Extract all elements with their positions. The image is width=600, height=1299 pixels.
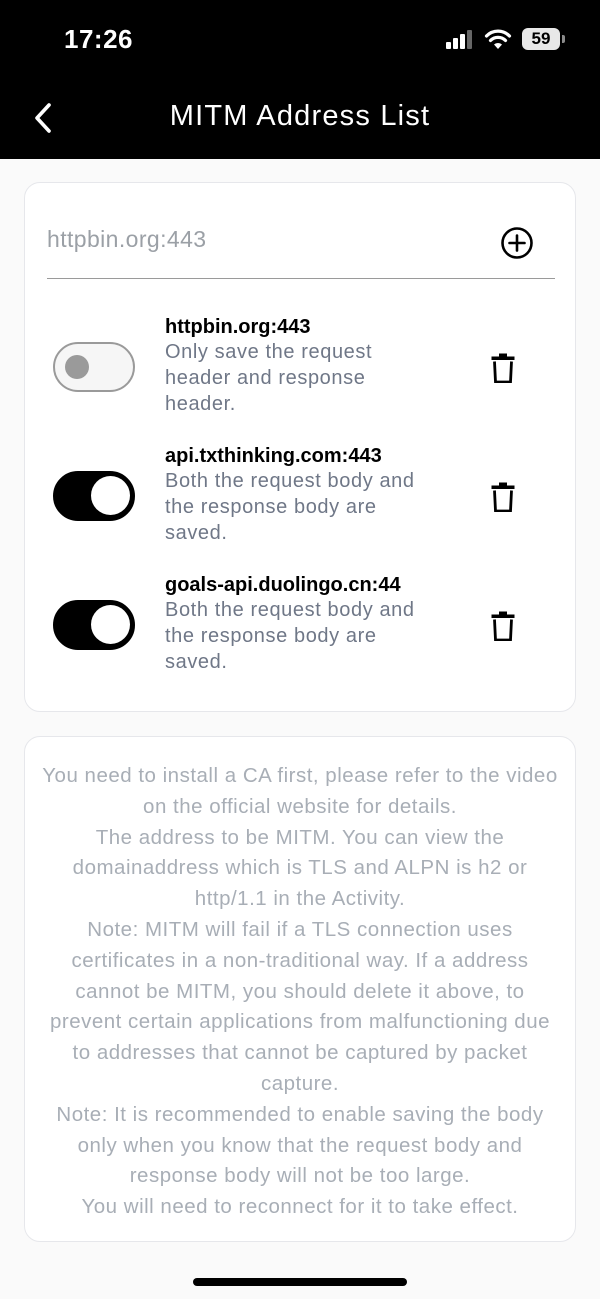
info-line: Note: It is recommended to enable saving… — [56, 1102, 544, 1188]
add-address-button[interactable] — [499, 225, 535, 261]
address-list-item: httpbin.org:443 Only save the request he… — [25, 315, 577, 435]
mitm-info-card: You need to install a CA first, please r… — [24, 736, 576, 1242]
address-item-text: api.txthinking.com:443 Both the request … — [165, 444, 437, 546]
address-item-description: Both the request body and the response b… — [165, 470, 415, 544]
address-input-row — [47, 211, 555, 279]
info-line: You need to install a CA first, please r… — [42, 764, 558, 818]
address-enable-toggle[interactable] — [53, 471, 135, 521]
trash-icon — [491, 482, 515, 513]
cellular-signal-icon — [446, 30, 472, 49]
address-enable-toggle[interactable] — [53, 600, 135, 650]
info-text: You need to install a CA first, please r… — [41, 761, 559, 1223]
plus-circle-icon — [501, 227, 533, 259]
address-item-description: Only save the request header and respons… — [165, 341, 373, 415]
status-bar: 17:26 59 — [0, 0, 600, 80]
address-item-address: api.txthinking.com:443 — [165, 445, 382, 467]
toggle-knob — [91, 476, 130, 515]
page-title: MITM Address List — [169, 100, 431, 132]
address-input[interactable] — [47, 219, 467, 259]
toggle-knob — [65, 355, 89, 379]
nav-bar: MITM Address List — [0, 80, 600, 159]
delete-address-button[interactable] — [491, 482, 515, 513]
info-line: Note: MITM will fail if a TLS connection… — [49, 917, 551, 1095]
trash-icon — [491, 353, 515, 384]
info-line: The address to be MITM. You can view the… — [72, 825, 528, 911]
battery-icon: 59 — [522, 28, 565, 50]
delete-address-button[interactable] — [491, 353, 515, 384]
address-item-text: httpbin.org:443 Only save the request he… — [165, 315, 437, 417]
address-enable-toggle[interactable] — [53, 342, 135, 392]
address-list-item: api.txthinking.com:443 Both the request … — [25, 444, 577, 564]
delete-address-button[interactable] — [491, 611, 515, 642]
trash-icon — [491, 611, 515, 642]
status-time: 17:26 — [64, 24, 133, 54]
status-icons: 59 — [446, 28, 565, 50]
wifi-icon — [484, 29, 512, 49]
address-item-address: goals-api.duolingo.cn:44 — [165, 574, 401, 596]
address-item-text: goals-api.duolingo.cn:44 Both the reques… — [165, 573, 437, 675]
mitm-address-card: httpbin.org:443 Only save the request he… — [24, 182, 576, 712]
address-item-address: httpbin.org:443 — [165, 316, 311, 338]
info-line: You will need to reconnect for it to tak… — [81, 1195, 519, 1219]
toggle-knob — [91, 605, 130, 644]
address-item-description: Both the request body and the response b… — [165, 599, 415, 673]
home-indicator — [193, 1278, 407, 1286]
address-list-item: goals-api.duolingo.cn:44 Both the reques… — [25, 573, 577, 693]
